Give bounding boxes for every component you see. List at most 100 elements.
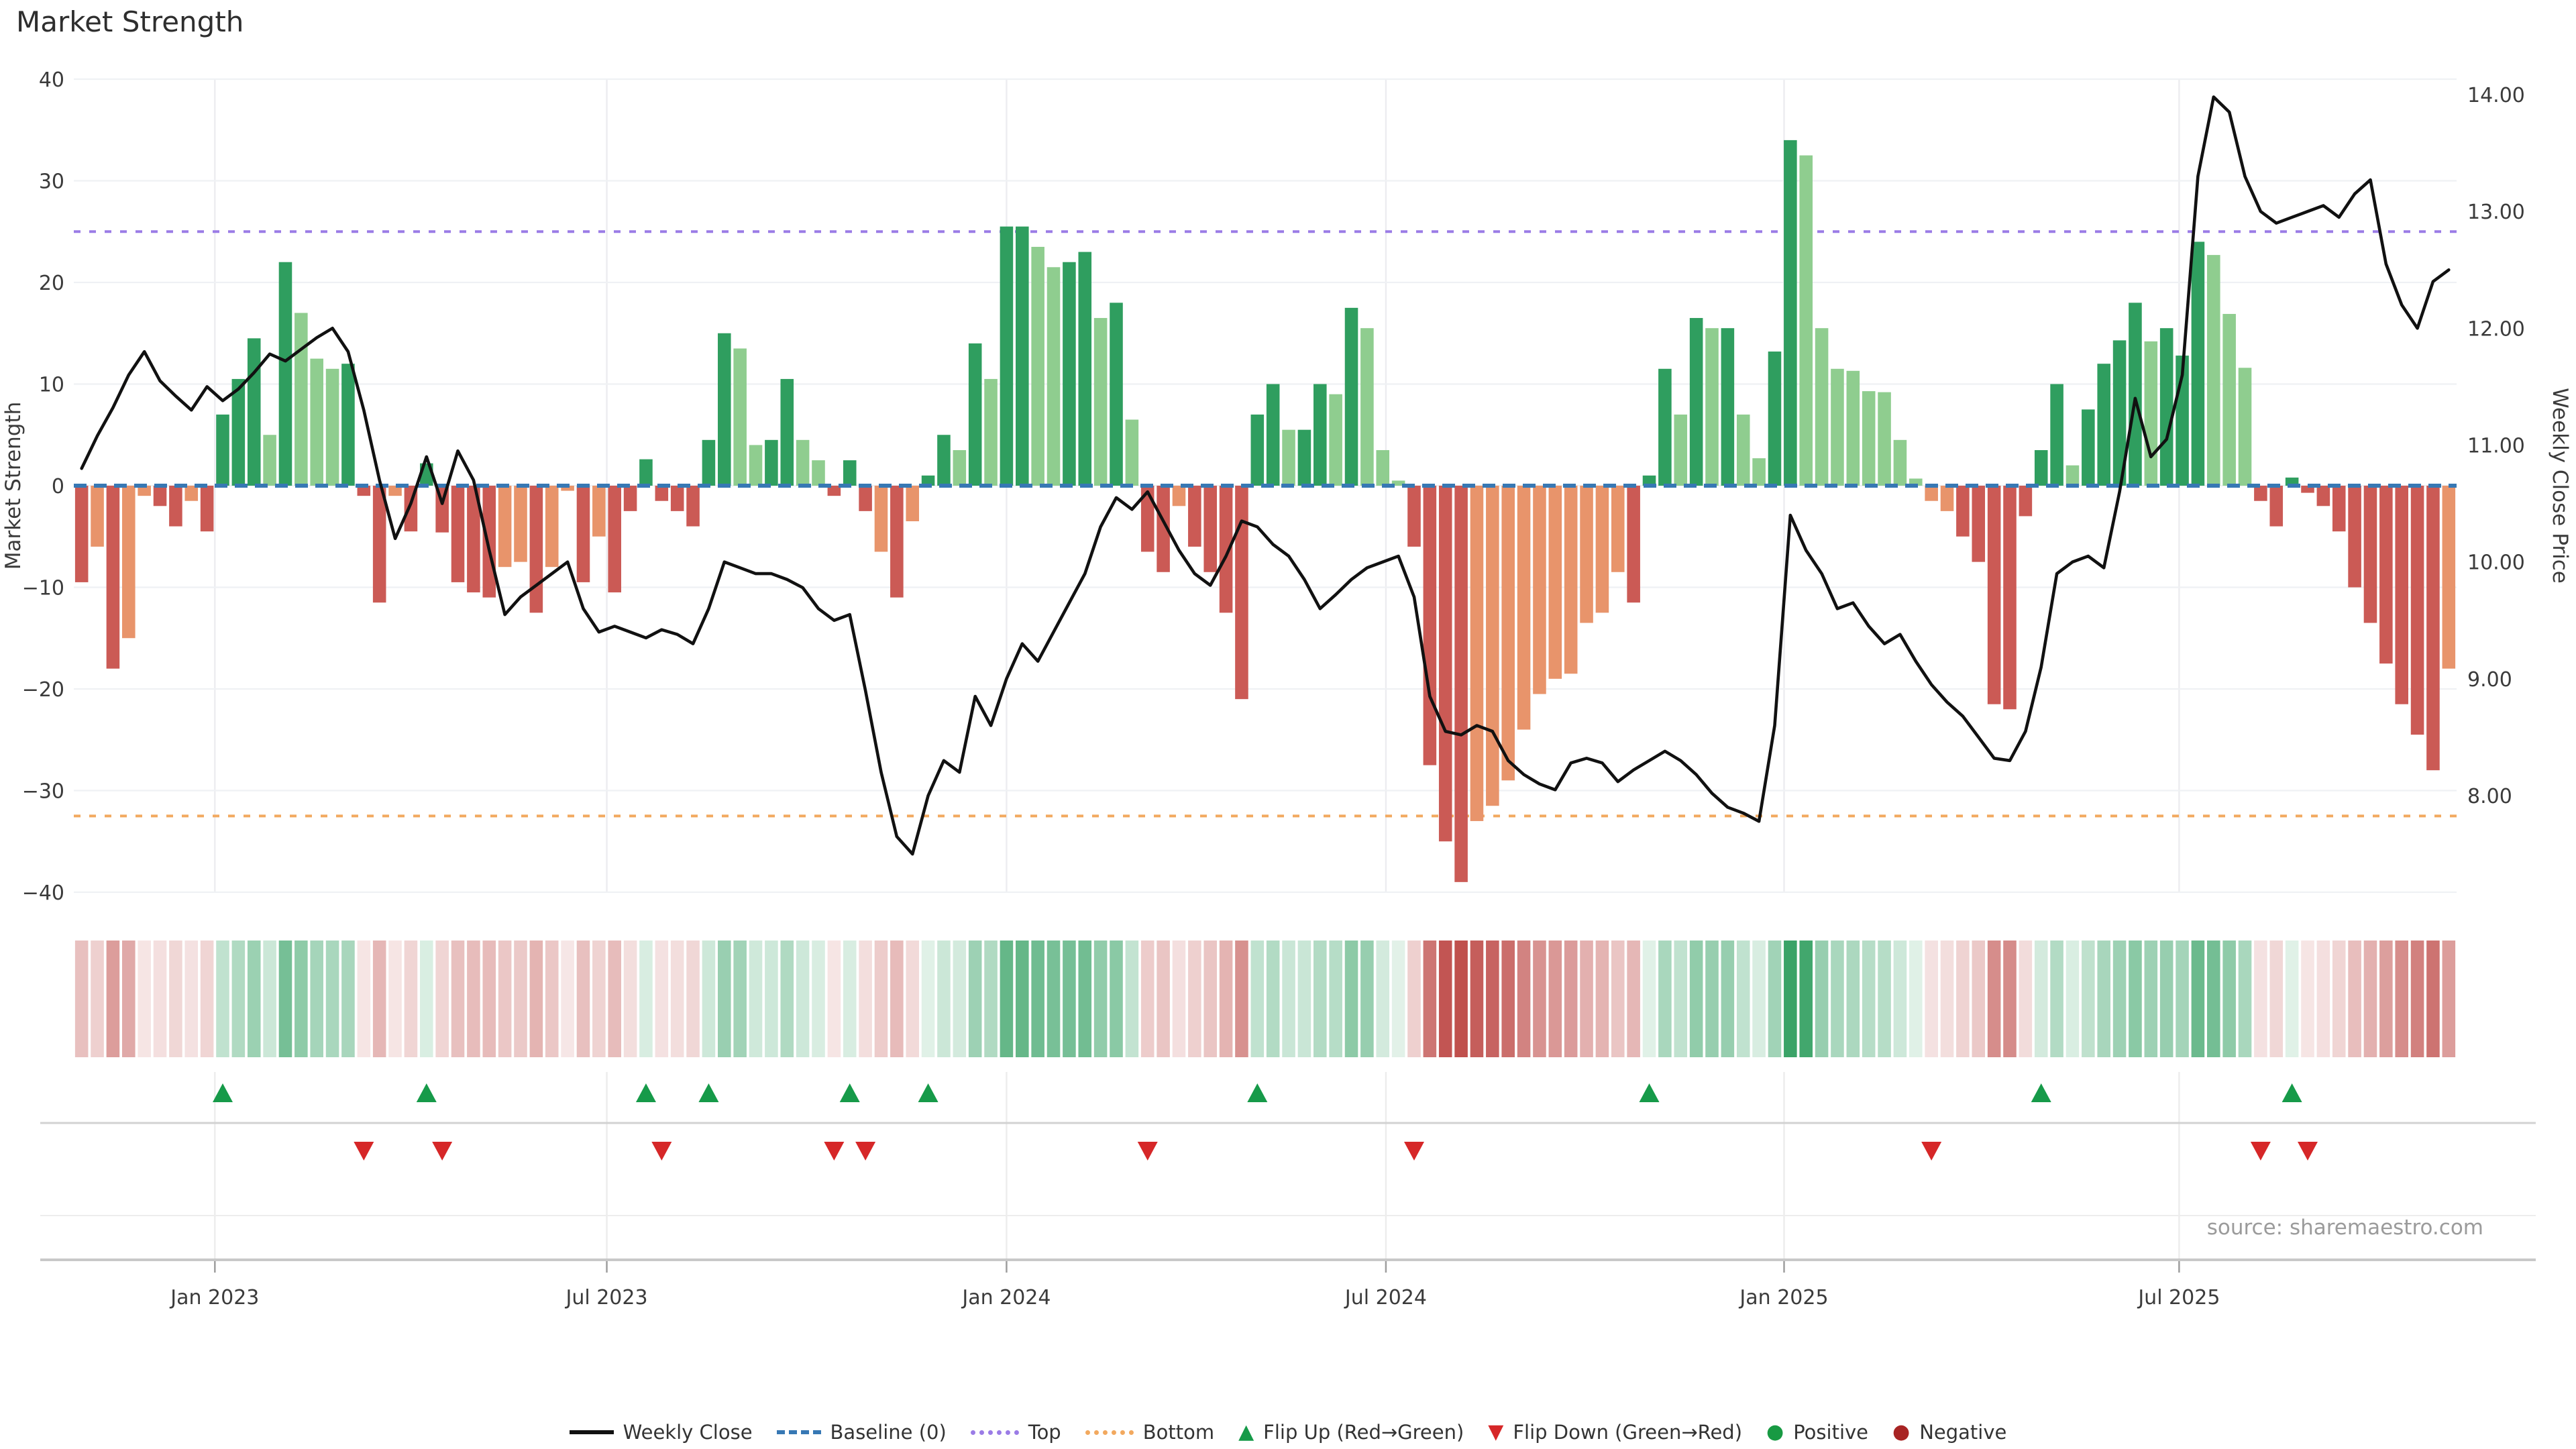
- legend-circle-icon: ●: [1892, 1422, 1910, 1442]
- heatmap-cell: [922, 941, 935, 1057]
- heatmap-cell: [2443, 941, 2456, 1057]
- strength-bar: [232, 379, 246, 486]
- heatmap-cell: [138, 941, 151, 1057]
- heatmap-cell: [1470, 941, 1484, 1057]
- heatmap-cell: [2239, 941, 2252, 1057]
- strength-bar: [2019, 486, 2033, 516]
- strength-bar: [1925, 486, 1938, 501]
- heatmap-cell: [1831, 941, 1844, 1057]
- left-tick-label: 20: [39, 272, 64, 295]
- strength-bar: [514, 486, 527, 562]
- x-tick-label: Jul 2023: [564, 1286, 647, 1309]
- right-axis-title: Weekly Close Price: [2548, 388, 2572, 584]
- heatmap-cell: [937, 941, 951, 1057]
- flip-down-marker: [1138, 1142, 1158, 1161]
- legend-label: Bottom: [1143, 1421, 1214, 1444]
- heatmap-cell: [1721, 941, 1735, 1057]
- heatmap-cell: [1768, 941, 1782, 1057]
- strength-bar: [1564, 486, 1578, 674]
- flip-up-marker: [1640, 1083, 1660, 1102]
- strength-bar: [248, 338, 261, 486]
- strength-bar: [451, 486, 465, 582]
- heatmap-cell: [1580, 941, 1593, 1057]
- heatmap-cell: [608, 941, 621, 1057]
- heatmap-cell: [2192, 941, 2205, 1057]
- heatmap-cell: [2222, 941, 2236, 1057]
- heatmap-cell: [2207, 941, 2220, 1057]
- strength-bar: [733, 348, 747, 486]
- strength-bar: [1000, 227, 1014, 486]
- strength-bar: [169, 486, 182, 527]
- x-tick-label: Jan 2024: [961, 1286, 1051, 1309]
- strength-bar: [2097, 364, 2110, 486]
- legend-item-positive: ●Positive: [1766, 1421, 1868, 1444]
- strength-bar: [906, 486, 919, 521]
- strength-bar: [263, 435, 276, 486]
- strength-bar: [1988, 486, 2001, 704]
- heatmap-cell: [1690, 941, 1703, 1057]
- heatmap-cell: [733, 941, 747, 1057]
- legend-label: Baseline (0): [830, 1421, 947, 1444]
- heatmap-cell: [1016, 941, 1029, 1057]
- strength-bar: [2426, 486, 2440, 770]
- heatmap-cell: [1203, 941, 1217, 1057]
- heatmap-cell: [1878, 941, 1891, 1057]
- heatmap-cell: [216, 941, 229, 1057]
- right-tick-label: 11.00: [2467, 435, 2525, 458]
- strength-bar: [1768, 352, 1782, 486]
- left-tick-label: 0: [52, 475, 64, 498]
- strength-bar: [859, 486, 872, 511]
- heatmap-cell: [1972, 941, 1985, 1057]
- flip-down-marker: [2251, 1142, 2271, 1161]
- right-tick-label: 13.00: [2467, 201, 2525, 224]
- strength-bar: [201, 486, 214, 531]
- legend-item-top: Top: [971, 1421, 1061, 1444]
- heatmap-cell: [263, 941, 276, 1057]
- strength-bar: [1941, 486, 1954, 511]
- strength-bar: [91, 486, 104, 547]
- flip-up-marker: [417, 1083, 437, 1102]
- heatmap-cell: [1486, 941, 1499, 1057]
- heatmap-cell: [749, 941, 763, 1057]
- legend-item-baseline-0: Baseline (0): [777, 1421, 947, 1444]
- flip-up-marker: [636, 1083, 656, 1102]
- heatmap-cell: [1110, 941, 1123, 1057]
- strength-bar: [1611, 486, 1625, 572]
- strength-bar: [1784, 140, 1797, 486]
- heatmap-cell: [122, 941, 136, 1057]
- strength-bar: [1470, 486, 1484, 821]
- heatmap-cell: [154, 941, 167, 1057]
- strength-bar: [2003, 486, 2017, 709]
- strength-bar: [1345, 308, 1358, 486]
- strength-bar: [1752, 458, 1766, 486]
- heatmap-cell: [1501, 941, 1515, 1057]
- heatmap-cell: [107, 941, 120, 1057]
- strength-bar: [2348, 486, 2361, 588]
- heatmap-cell: [1643, 941, 1656, 1057]
- heatmap-cell: [639, 941, 653, 1057]
- strength-bar: [2222, 314, 2236, 486]
- flip-down-marker: [824, 1142, 844, 1161]
- legend-label: Top: [1028, 1421, 1061, 1444]
- strength-bar: [890, 486, 904, 598]
- heatmap-cell: [294, 941, 308, 1057]
- heatmap-cell: [405, 941, 418, 1057]
- strength-bar: [2082, 409, 2095, 486]
- strength-bar: [373, 486, 386, 602]
- heatmap-cell: [388, 941, 402, 1057]
- strength-bar: [1251, 415, 1265, 486]
- left-tick-label: −10: [22, 577, 64, 600]
- strength-bar: [122, 486, 136, 638]
- strength-bar: [1486, 486, 1499, 806]
- heatmap-cell: [1313, 941, 1327, 1057]
- heatmap-cell: [1658, 941, 1672, 1057]
- heatmap-cell: [780, 941, 794, 1057]
- strength-bar: [1658, 369, 1672, 486]
- strength-bar: [341, 364, 355, 486]
- right-tick-label: 9.00: [2467, 668, 2512, 692]
- heatmap-cell: [1611, 941, 1625, 1057]
- flip-up-marker: [1247, 1083, 1267, 1102]
- strength-bar: [2379, 486, 2393, 663]
- right-tick-label: 10.00: [2467, 551, 2525, 575]
- right-tick-label: 12.00: [2467, 317, 2525, 341]
